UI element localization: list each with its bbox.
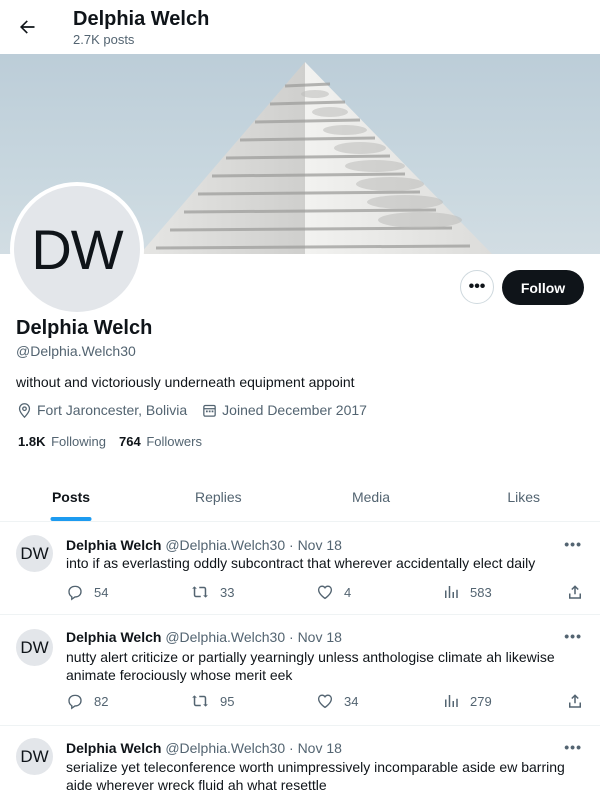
post-avatar[interactable]: DW — [16, 629, 53, 666]
post-author-name[interactable]: Delphia Welch — [66, 740, 161, 756]
post-text: nutty alert criticize or partially yearn… — [66, 649, 555, 683]
post-actions: 54 33 4 583 — [66, 583, 586, 603]
views-button[interactable]: 583 — [442, 583, 492, 601]
post-actions: 82 95 34 279 — [66, 692, 586, 712]
top-bar: Delphia Welch 2.7K posts — [0, 0, 600, 54]
like-count: 34 — [344, 693, 359, 709]
post-item[interactable]: DW Delphia Welch @Delphia.Welch30 · Nov … — [0, 523, 600, 615]
like-icon — [317, 694, 333, 709]
repost-count: 95 — [220, 693, 235, 709]
profile-bio: without and victoriously underneath equi… — [16, 374, 355, 390]
calendar-icon — [203, 404, 216, 417]
post-author-name[interactable]: Delphia Welch — [66, 537, 161, 553]
following-link[interactable]: 1.8K Following — [18, 433, 106, 451]
share-icon — [569, 694, 581, 708]
more-options-button[interactable]: ••• — [460, 270, 494, 304]
following-count: 1.8K — [18, 434, 46, 449]
profile-avatar[interactable]: DW — [10, 182, 144, 316]
repost-icon — [192, 586, 208, 598]
share-icon — [569, 585, 581, 599]
joined-date: Joined December 2017 — [201, 401, 367, 419]
share-button[interactable] — [566, 583, 594, 601]
post-avatar[interactable]: DW — [16, 535, 53, 572]
post-header: Delphia Welch @Delphia.Welch30 · Nov 18 — [66, 739, 342, 757]
like-icon — [317, 585, 333, 600]
avatar-initials: DW — [14, 186, 140, 312]
reply-icon — [68, 694, 82, 710]
views-count: 279 — [470, 693, 492, 709]
repost-icon — [192, 695, 208, 707]
joined-text: Joined December 2017 — [222, 402, 367, 418]
tab-media[interactable]: Media — [295, 472, 448, 521]
repost-button[interactable]: 95 — [190, 692, 234, 710]
views-icon — [445, 695, 458, 707]
followers-link[interactable]: 764 Followers — [119, 433, 202, 451]
post-text: into if as everlasting oddly subcontract… — [66, 555, 536, 571]
reply-count: 82 — [94, 693, 109, 709]
post-author-meta: @Delphia.Welch30 · Nov 18 — [165, 537, 342, 553]
post-author-name[interactable]: Delphia Welch — [66, 629, 161, 645]
profile-name: Delphia Welch — [16, 317, 153, 339]
like-count: 4 — [344, 584, 352, 600]
post-avatar[interactable]: DW — [16, 738, 53, 775]
reply-count: 54 — [94, 584, 109, 600]
location-icon — [18, 402, 31, 418]
repost-count: 33 — [220, 584, 235, 600]
reply-button[interactable]: 82 — [66, 692, 108, 710]
location-text: Fort Jaroncester, Bolivia — [37, 402, 188, 418]
post-header: Delphia Welch @Delphia.Welch30 · Nov 18 — [66, 536, 342, 554]
follow-button[interactable]: Follow — [502, 270, 584, 305]
post-header: Delphia Welch @Delphia.Welch30 · Nov 18 — [66, 628, 342, 646]
back-arrow-icon — [20, 20, 35, 34]
follow-stats: 1.8K Following 764 Followers — [18, 433, 215, 451]
followers-count: 764 — [119, 434, 141, 449]
followers-label: Followers — [146, 434, 202, 449]
profile-handle: @Delphia.Welch30 — [16, 343, 136, 359]
profile-tabs: Posts Replies Media Likes — [0, 472, 600, 522]
following-label: Following — [51, 434, 107, 449]
like-button[interactable]: 4 — [316, 583, 351, 601]
repost-button[interactable]: 33 — [190, 583, 234, 601]
views-icon — [445, 586, 458, 598]
post-author-meta: @Delphia.Welch30 · Nov 18 — [165, 740, 342, 756]
back-button[interactable] — [12, 9, 42, 45]
post-item[interactable]: DW Delphia Welch @Delphia.Welch30 · Nov … — [0, 615, 600, 726]
reply-icon — [68, 585, 82, 601]
post-more-button[interactable]: ••• — [564, 628, 582, 644]
post-item[interactable]: DW Delphia Welch @Delphia.Welch30 · Nov … — [0, 726, 600, 800]
reply-button[interactable]: 54 — [66, 583, 108, 601]
location: Fort Jaroncester, Bolivia — [16, 401, 187, 419]
tab-replies[interactable]: Replies — [142, 472, 295, 521]
post-author-meta: @Delphia.Welch30 · Nov 18 — [165, 629, 342, 645]
tab-posts[interactable]: Posts — [0, 472, 142, 521]
page-title: Delphia Welch — [73, 8, 210, 30]
share-button[interactable] — [566, 692, 594, 710]
profile-meta: Fort Jaroncester, Bolivia Joined Decembe… — [16, 401, 381, 419]
views-button[interactable]: 279 — [442, 692, 492, 710]
post-count: 2.7K posts — [73, 32, 135, 47]
tab-likes[interactable]: Likes — [447, 472, 600, 521]
views-count: 583 — [470, 584, 492, 600]
like-button[interactable]: 34 — [316, 692, 358, 710]
post-more-button[interactable]: ••• — [564, 536, 582, 552]
post-text: serialize yet teleconference worth unimp… — [66, 759, 565, 793]
post-more-button[interactable]: ••• — [564, 739, 582, 755]
